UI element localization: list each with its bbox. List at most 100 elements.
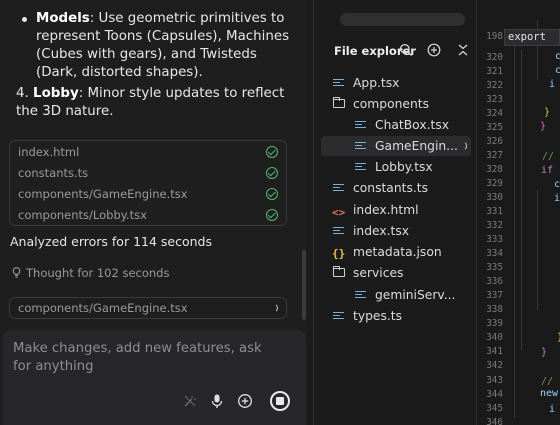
folder-icon xyxy=(332,97,345,108)
tree-item-label: Lobby.tsx xyxy=(375,160,433,174)
bullet-dot xyxy=(22,17,27,22)
search-icon[interactable] xyxy=(399,43,413,57)
line-number: 198 xyxy=(486,31,503,42)
loading-spinner-icon xyxy=(268,303,278,313)
sticky-scroll-header[interactable]: export xyxy=(504,29,560,46)
changed-file-name: index.html xyxy=(18,145,80,159)
code-token: } xyxy=(541,347,548,358)
changed-file-row[interactable]: components/Lobby.tsx xyxy=(18,206,280,224)
line-number: 346 xyxy=(486,417,503,425)
line-number: 337 xyxy=(486,290,503,301)
working-file-name: components/GameEngine.tsx xyxy=(18,301,188,315)
line-number: 336 xyxy=(486,276,503,287)
file-icon xyxy=(355,121,366,129)
plan-item-lobby-number: 4. xyxy=(16,86,29,101)
line-number: 342 xyxy=(486,360,503,371)
html-file-icon: <> xyxy=(332,206,346,219)
line-number: 333 xyxy=(486,234,503,245)
tree-item-label: services xyxy=(353,266,404,280)
indent-guide xyxy=(521,50,522,350)
line-number: 340 xyxy=(486,332,503,343)
chat-scrollbar[interactable] xyxy=(302,250,306,320)
file-icon xyxy=(333,79,344,87)
analyzed-status: Analyzed errors for 114 seconds xyxy=(10,234,212,249)
tree-item-label: types.ts xyxy=(353,309,403,323)
file-icon xyxy=(355,291,366,299)
changed-file-name: components/GameEngine.tsx xyxy=(18,187,188,201)
file-icon xyxy=(333,227,344,235)
changed-file-row[interactable]: index.html xyxy=(18,143,280,161)
plan-item-models-title: Models xyxy=(36,11,90,26)
line-number: 331 xyxy=(486,206,503,217)
line-number: 335 xyxy=(486,262,503,273)
code-token: // xyxy=(542,151,555,162)
check-circle-icon xyxy=(266,188,278,200)
code-token: i xyxy=(554,193,560,204)
plan-item-lobby-title: Lobby xyxy=(33,86,79,101)
tree-item-label: constants.ts xyxy=(353,181,429,195)
collapse-all-icon[interactable] xyxy=(456,43,470,57)
indent-guide xyxy=(514,38,515,418)
add-circle-icon[interactable] xyxy=(237,393,253,409)
thought-status[interactable]: Thought for 102 seconds xyxy=(12,266,169,280)
code-token: } xyxy=(540,121,547,132)
changed-files-list: index.html constants.ts components/GameE… xyxy=(9,140,287,226)
tree-item-gameengine[interactable]: GameEngin... xyxy=(321,136,471,156)
line-number: 334 xyxy=(486,248,503,259)
tree-item-metadata[interactable]: {} metadata.json xyxy=(332,242,463,262)
tree-item-services-folder[interactable]: services xyxy=(332,263,463,283)
code-token: c xyxy=(555,65,560,76)
file-icon xyxy=(333,184,344,192)
add-file-icon[interactable] xyxy=(427,43,441,57)
tree-item-components-folder[interactable]: components xyxy=(332,94,463,114)
code-token: i xyxy=(549,404,556,415)
check-circle-icon xyxy=(266,167,278,179)
plan-item-lobby: 4. Lobby: Minor style updates to reflect… xyxy=(16,85,300,121)
horizontal-scrollbar[interactable] xyxy=(340,13,465,26)
tree-item-index-html[interactable]: <> index.html xyxy=(332,200,463,220)
loading-spinner-icon xyxy=(457,141,467,151)
code-token: c xyxy=(554,179,560,190)
folder-icon xyxy=(332,266,345,277)
line-number: 343 xyxy=(486,375,503,386)
composer: Make changes, add new features, ask for … xyxy=(3,330,306,425)
line-number: 326 xyxy=(486,136,503,147)
tree-item-app-tsx[interactable]: App.tsx xyxy=(333,73,463,93)
code-token: new xyxy=(540,388,559,399)
line-number: 322 xyxy=(486,80,503,91)
line-number: 332 xyxy=(486,220,503,231)
tree-item-label: GameEngin... xyxy=(375,139,458,153)
magic-wand-icon[interactable] xyxy=(182,393,198,409)
prompt-input[interactable]: Make changes, add new features, ask for … xyxy=(13,340,273,376)
line-number: 325 xyxy=(486,122,503,133)
tree-item-chatbox[interactable]: ChatBox.tsx xyxy=(355,115,465,135)
indent-guide xyxy=(537,190,538,310)
code-token: i xyxy=(549,79,556,90)
code-editor[interactable]: 198 320 321 322 323 324 325 326 327 328 329 330 331 3… xyxy=(477,0,560,425)
changed-file-row[interactable]: constants.ts xyxy=(18,164,280,182)
line-number: 345 xyxy=(486,403,503,414)
line-number: 320 xyxy=(486,52,503,63)
line-number: 330 xyxy=(486,192,503,203)
line-number: 338 xyxy=(486,304,503,315)
tree-item-constants[interactable]: constants.ts xyxy=(333,178,463,198)
tree-item-label: index.html xyxy=(353,203,419,217)
stop-generation-button[interactable] xyxy=(270,391,290,411)
changed-file-row[interactable]: components/GameEngine.tsx xyxy=(18,185,280,203)
tree-item-label: metadata.json xyxy=(353,245,442,259)
thought-text: Thought for 102 seconds xyxy=(26,266,170,280)
file-icon xyxy=(355,142,366,150)
tree-item-lobby[interactable]: Lobby.tsx xyxy=(355,157,465,177)
code-token: c xyxy=(555,51,560,62)
tree-item-geminiservice[interactable]: geminiServ... xyxy=(355,285,465,305)
check-circle-icon xyxy=(266,209,278,221)
line-number: 328 xyxy=(486,164,503,175)
microphone-icon[interactable] xyxy=(209,393,225,409)
code-token: if xyxy=(541,165,554,176)
tree-item-types[interactable]: types.ts xyxy=(333,306,463,326)
working-file-indicator[interactable]: components/GameEngine.tsx xyxy=(9,297,287,319)
changed-file-name: constants.ts xyxy=(18,166,89,180)
tree-item-label: App.tsx xyxy=(353,76,400,90)
tree-item-label: components xyxy=(353,97,429,111)
tree-item-index-tsx[interactable]: index.tsx xyxy=(333,221,463,241)
